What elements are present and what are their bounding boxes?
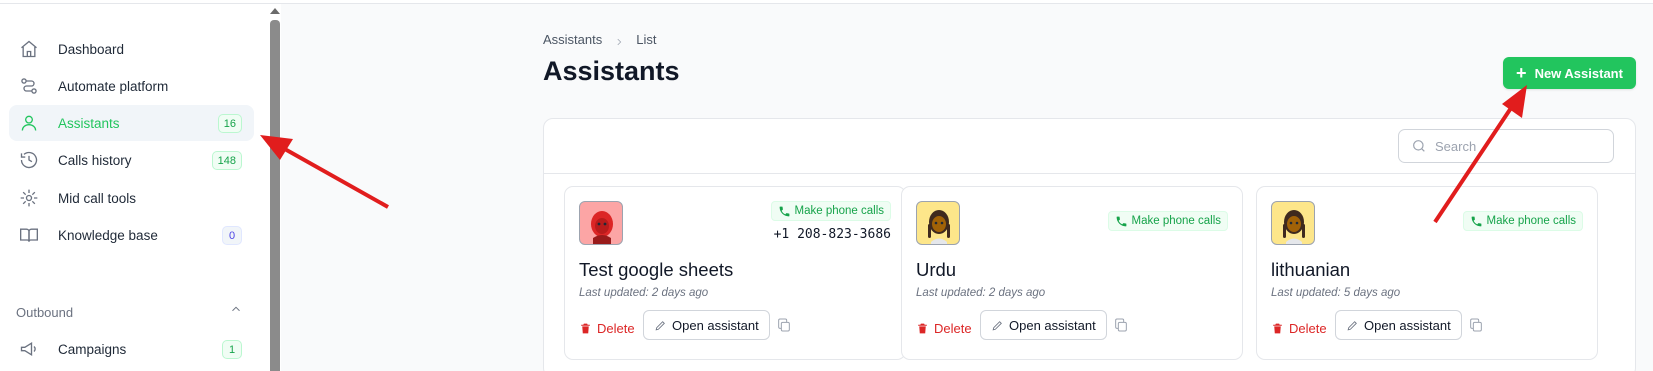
pencil-icon (992, 320, 1002, 330)
open-assistant-button[interactable]: Open assistant (1335, 310, 1462, 340)
open-label: Open assistant (1364, 317, 1451, 333)
scroll-up-arrow-icon[interactable] (270, 8, 280, 14)
open-label: Open assistant (672, 317, 759, 333)
pencil-icon (655, 320, 665, 330)
sidebar-item-label: Calls history (58, 152, 132, 168)
pencil-icon (1347, 320, 1357, 330)
phone-call-icon (1471, 216, 1481, 226)
sidebar-item-label: Knowledge base (58, 227, 158, 243)
phone-number: +1 208-823-3686 (773, 227, 891, 242)
assistant-name: lithuanian (1271, 259, 1351, 280)
delete-label: Delete (934, 320, 972, 336)
open-label: Open assistant (1009, 317, 1096, 333)
delete-label: Delete (597, 320, 635, 336)
sidebar-item-label: Campaigns (58, 341, 127, 357)
breadcrumb-root-link[interactable]: Assistants (543, 32, 602, 47)
search-box[interactable] (1398, 129, 1614, 163)
chevron-right-icon (614, 35, 624, 45)
plus-icon: + (1516, 63, 1527, 83)
tools-icon (19, 188, 39, 208)
sidebar-item-label: Mid call tools (58, 190, 137, 206)
assistant-avatar (579, 201, 623, 245)
make-phone-calls-chip: Make phone calls (1462, 211, 1583, 231)
last-updated: Last updated: 5 days ago (1271, 287, 1401, 299)
page-title: Assistants (543, 56, 680, 86)
last-updated: Last updated: 2 days ago (916, 287, 1046, 299)
assistant-avatar (916, 201, 960, 245)
sidebar-scrollbar-thumb[interactable] (270, 20, 280, 371)
assistants-panel: Make phone calls +1 208-823-3686 Test go… (543, 118, 1636, 371)
search-input[interactable] (1435, 138, 1595, 154)
delete-button[interactable]: Delete (1271, 314, 1327, 342)
sidebar-item-campaigns[interactable]: Campaigns 1 (9, 331, 254, 367)
sidebar-item-mid-call-tools[interactable]: Mid call tools (9, 180, 254, 216)
breadcrumb: Assistants List (543, 32, 656, 47)
delete-button[interactable]: Delete (916, 314, 972, 342)
sidebar-item-label: Dashboard (58, 41, 125, 57)
sidebar: Dashboard Automate platform Assistants 1… (0, 4, 272, 371)
chevron-up-icon[interactable] (229, 302, 243, 316)
breadcrumb-current: List (636, 32, 657, 47)
sidebar-item-label: Automate platform (58, 78, 169, 94)
delete-label: Delete (1289, 320, 1327, 336)
assistant-avatar (1271, 201, 1315, 245)
sidebar-item-dashboard[interactable]: Dashboard (9, 31, 254, 67)
sidebar-item-calls-history[interactable]: Calls history 148 (9, 142, 254, 178)
copy-icon[interactable] (776, 317, 792, 333)
sidebar-item-assistants[interactable]: Assistants 16 (9, 105, 254, 141)
home-icon (19, 39, 39, 59)
new-assistant-label: New Assistant (1534, 65, 1623, 81)
assistant-name: Test google sheets (579, 259, 734, 280)
search-icon (1413, 140, 1425, 152)
section-label-outbound: Outbound (16, 305, 74, 320)
book-icon (19, 225, 39, 245)
phone-call-icon (1116, 216, 1126, 226)
workflow-icon (19, 76, 39, 96)
count-badge: 148 (211, 151, 242, 170)
trash-icon (1273, 323, 1282, 333)
history-icon (19, 150, 39, 170)
last-updated: Last updated: 2 days ago (579, 287, 709, 299)
make-phone-calls-chip: Make phone calls (1107, 211, 1228, 231)
delete-button[interactable]: Delete (579, 314, 635, 342)
user-icon (19, 113, 39, 133)
chip-label: Make phone calls (794, 205, 885, 217)
trash-icon (918, 323, 927, 333)
open-assistant-button[interactable]: Open assistant (643, 310, 770, 340)
chip-label: Make phone calls (1131, 215, 1222, 227)
count-badge: 1 (222, 340, 242, 359)
trash-icon (581, 323, 590, 333)
open-assistant-button[interactable]: Open assistant (980, 310, 1107, 340)
count-badge: 16 (217, 114, 242, 133)
assistant-card: Make phone calls +1 208-823-3686 Test go… (564, 186, 906, 360)
megaphone-icon (19, 339, 39, 359)
new-assistant-button[interactable]: + New Assistant (1503, 57, 1636, 89)
chip-label: Make phone calls (1486, 215, 1577, 227)
sidebar-item-automate-platform[interactable]: Automate platform (9, 68, 254, 104)
make-phone-calls-chip: Make phone calls (770, 201, 891, 221)
sidebar-item-knowledge-base[interactable]: Knowledge base 0 (9, 217, 254, 253)
assistant-name: Urdu (916, 259, 957, 280)
assistant-card: Make phone calls Urdu Last updated: 2 da… (901, 186, 1243, 360)
count-badge: 0 (222, 226, 242, 245)
sidebar-item-label: Assistants (58, 115, 120, 131)
phone-call-icon (779, 206, 789, 216)
copy-icon[interactable] (1468, 317, 1484, 333)
copy-icon[interactable] (1113, 317, 1129, 333)
panel-header (544, 119, 1635, 174)
assistant-card: Make phone calls lithuanian Last updated… (1256, 186, 1598, 360)
